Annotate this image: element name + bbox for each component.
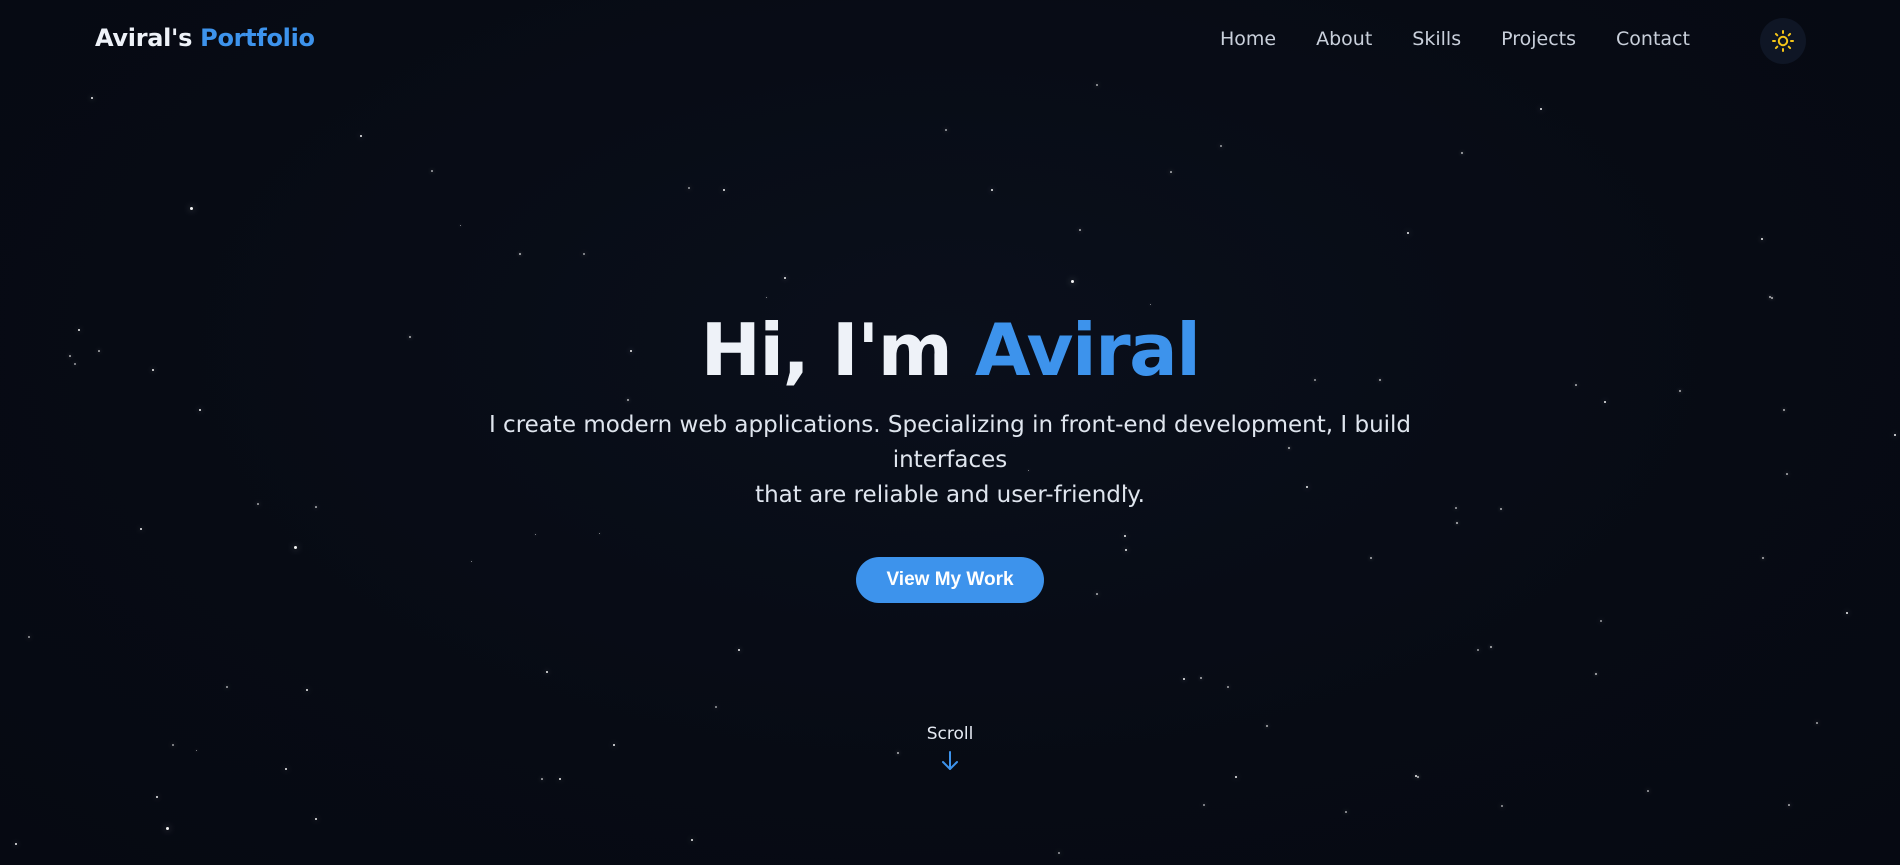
sun-icon: [1772, 30, 1794, 52]
star-dot: [1058, 852, 1060, 854]
star-dot: [1647, 790, 1649, 792]
star-dot: [1760, 237, 1764, 241]
star-dot: [1788, 804, 1790, 806]
star-dot: [1203, 804, 1205, 806]
nav-link-skills[interactable]: Skills: [1412, 28, 1461, 50]
star-dot: [737, 648, 741, 652]
star-dot: [1461, 152, 1463, 154]
star-dot: [1417, 776, 1419, 778]
star-dot: [1600, 620, 1602, 622]
star-dot: [155, 795, 159, 799]
star-dot: [459, 224, 461, 226]
main-nav: Home About Skills Projects Contact: [1220, 28, 1730, 50]
star-dot: [688, 187, 690, 189]
star-dot: [1234, 775, 1238, 779]
star-dot: [583, 253, 585, 255]
star-dot: [1227, 686, 1229, 688]
hero-title-name: Aviral: [974, 308, 1201, 392]
star-dot: [1769, 296, 1771, 298]
hero-section: Hi, I'm Aviral I create modern web appli…: [0, 300, 1900, 603]
star-dot: [558, 777, 562, 781]
star-dot: [28, 636, 30, 638]
star-dot: [314, 817, 318, 821]
star-dot: [519, 253, 521, 255]
nav-link-about[interactable]: About: [1316, 28, 1372, 50]
star-dot: [1079, 229, 1081, 231]
star-dot: [690, 838, 694, 842]
star-dot: [1220, 145, 1222, 147]
star-dot: [431, 170, 433, 172]
star-dot: [1501, 805, 1503, 807]
star-dot: [1771, 297, 1773, 299]
logo[interactable]: Aviral's Portfolio: [95, 24, 315, 52]
star-dot: [1477, 649, 1479, 651]
star-dot: [722, 188, 726, 192]
arrow-down-icon: [942, 751, 958, 770]
hero-subtitle: I create modern web applications. Specia…: [440, 408, 1460, 513]
star-dot: [1539, 107, 1543, 111]
star-dot: [783, 276, 787, 280]
hero-title-prefix: Hi, I'm: [700, 308, 953, 392]
star-dot: [765, 296, 767, 298]
star-dot: [189, 206, 193, 210]
page: Aviral's Portfolio Home About Skills Pro…: [0, 0, 1900, 865]
star-dot: [359, 134, 363, 138]
star-dot: [14, 842, 18, 846]
star-dot: [1182, 677, 1186, 681]
nav-link-projects[interactable]: Projects: [1501, 28, 1576, 50]
star-dot: [226, 686, 228, 688]
star-dot: [1070, 279, 1074, 283]
star-dot: [1406, 231, 1410, 235]
hero-title: Hi, I'm Aviral: [0, 300, 1900, 400]
logo-accent: Portfolio: [200, 24, 315, 52]
logo-name: Aviral's: [95, 24, 193, 52]
nav-link-home[interactable]: Home: [1220, 28, 1276, 50]
star-dot: [945, 129, 947, 131]
theme-toggle-button[interactable]: [1760, 18, 1806, 64]
scroll-indicator[interactable]: Scroll: [0, 724, 1900, 776]
star-dot: [545, 670, 549, 674]
hero-subtitle-line1: I create modern web applications. Specia…: [488, 412, 1412, 473]
star-dot: [305, 688, 309, 692]
star-dot: [1845, 611, 1849, 615]
scroll-label: Scroll: [926, 724, 974, 744]
nav-link-contact[interactable]: Contact: [1616, 28, 1690, 50]
site-header: Aviral's Portfolio Home About Skills Pro…: [0, 0, 1900, 82]
hero-subtitle-line2: that are reliable and user-friendly.: [755, 482, 1145, 508]
star-dot: [990, 188, 994, 192]
star-dot: [1345, 811, 1347, 813]
star-dot: [1096, 84, 1098, 86]
star-dot: [1170, 171, 1172, 173]
star-dot: [1595, 673, 1597, 675]
star-dot: [90, 96, 94, 100]
star-dot: [165, 826, 169, 830]
view-my-work-button[interactable]: View My Work: [856, 557, 1044, 603]
star-dot: [541, 778, 543, 780]
star-dot: [1200, 677, 1202, 679]
star-dot: [715, 706, 717, 708]
star-dot: [1490, 646, 1492, 648]
